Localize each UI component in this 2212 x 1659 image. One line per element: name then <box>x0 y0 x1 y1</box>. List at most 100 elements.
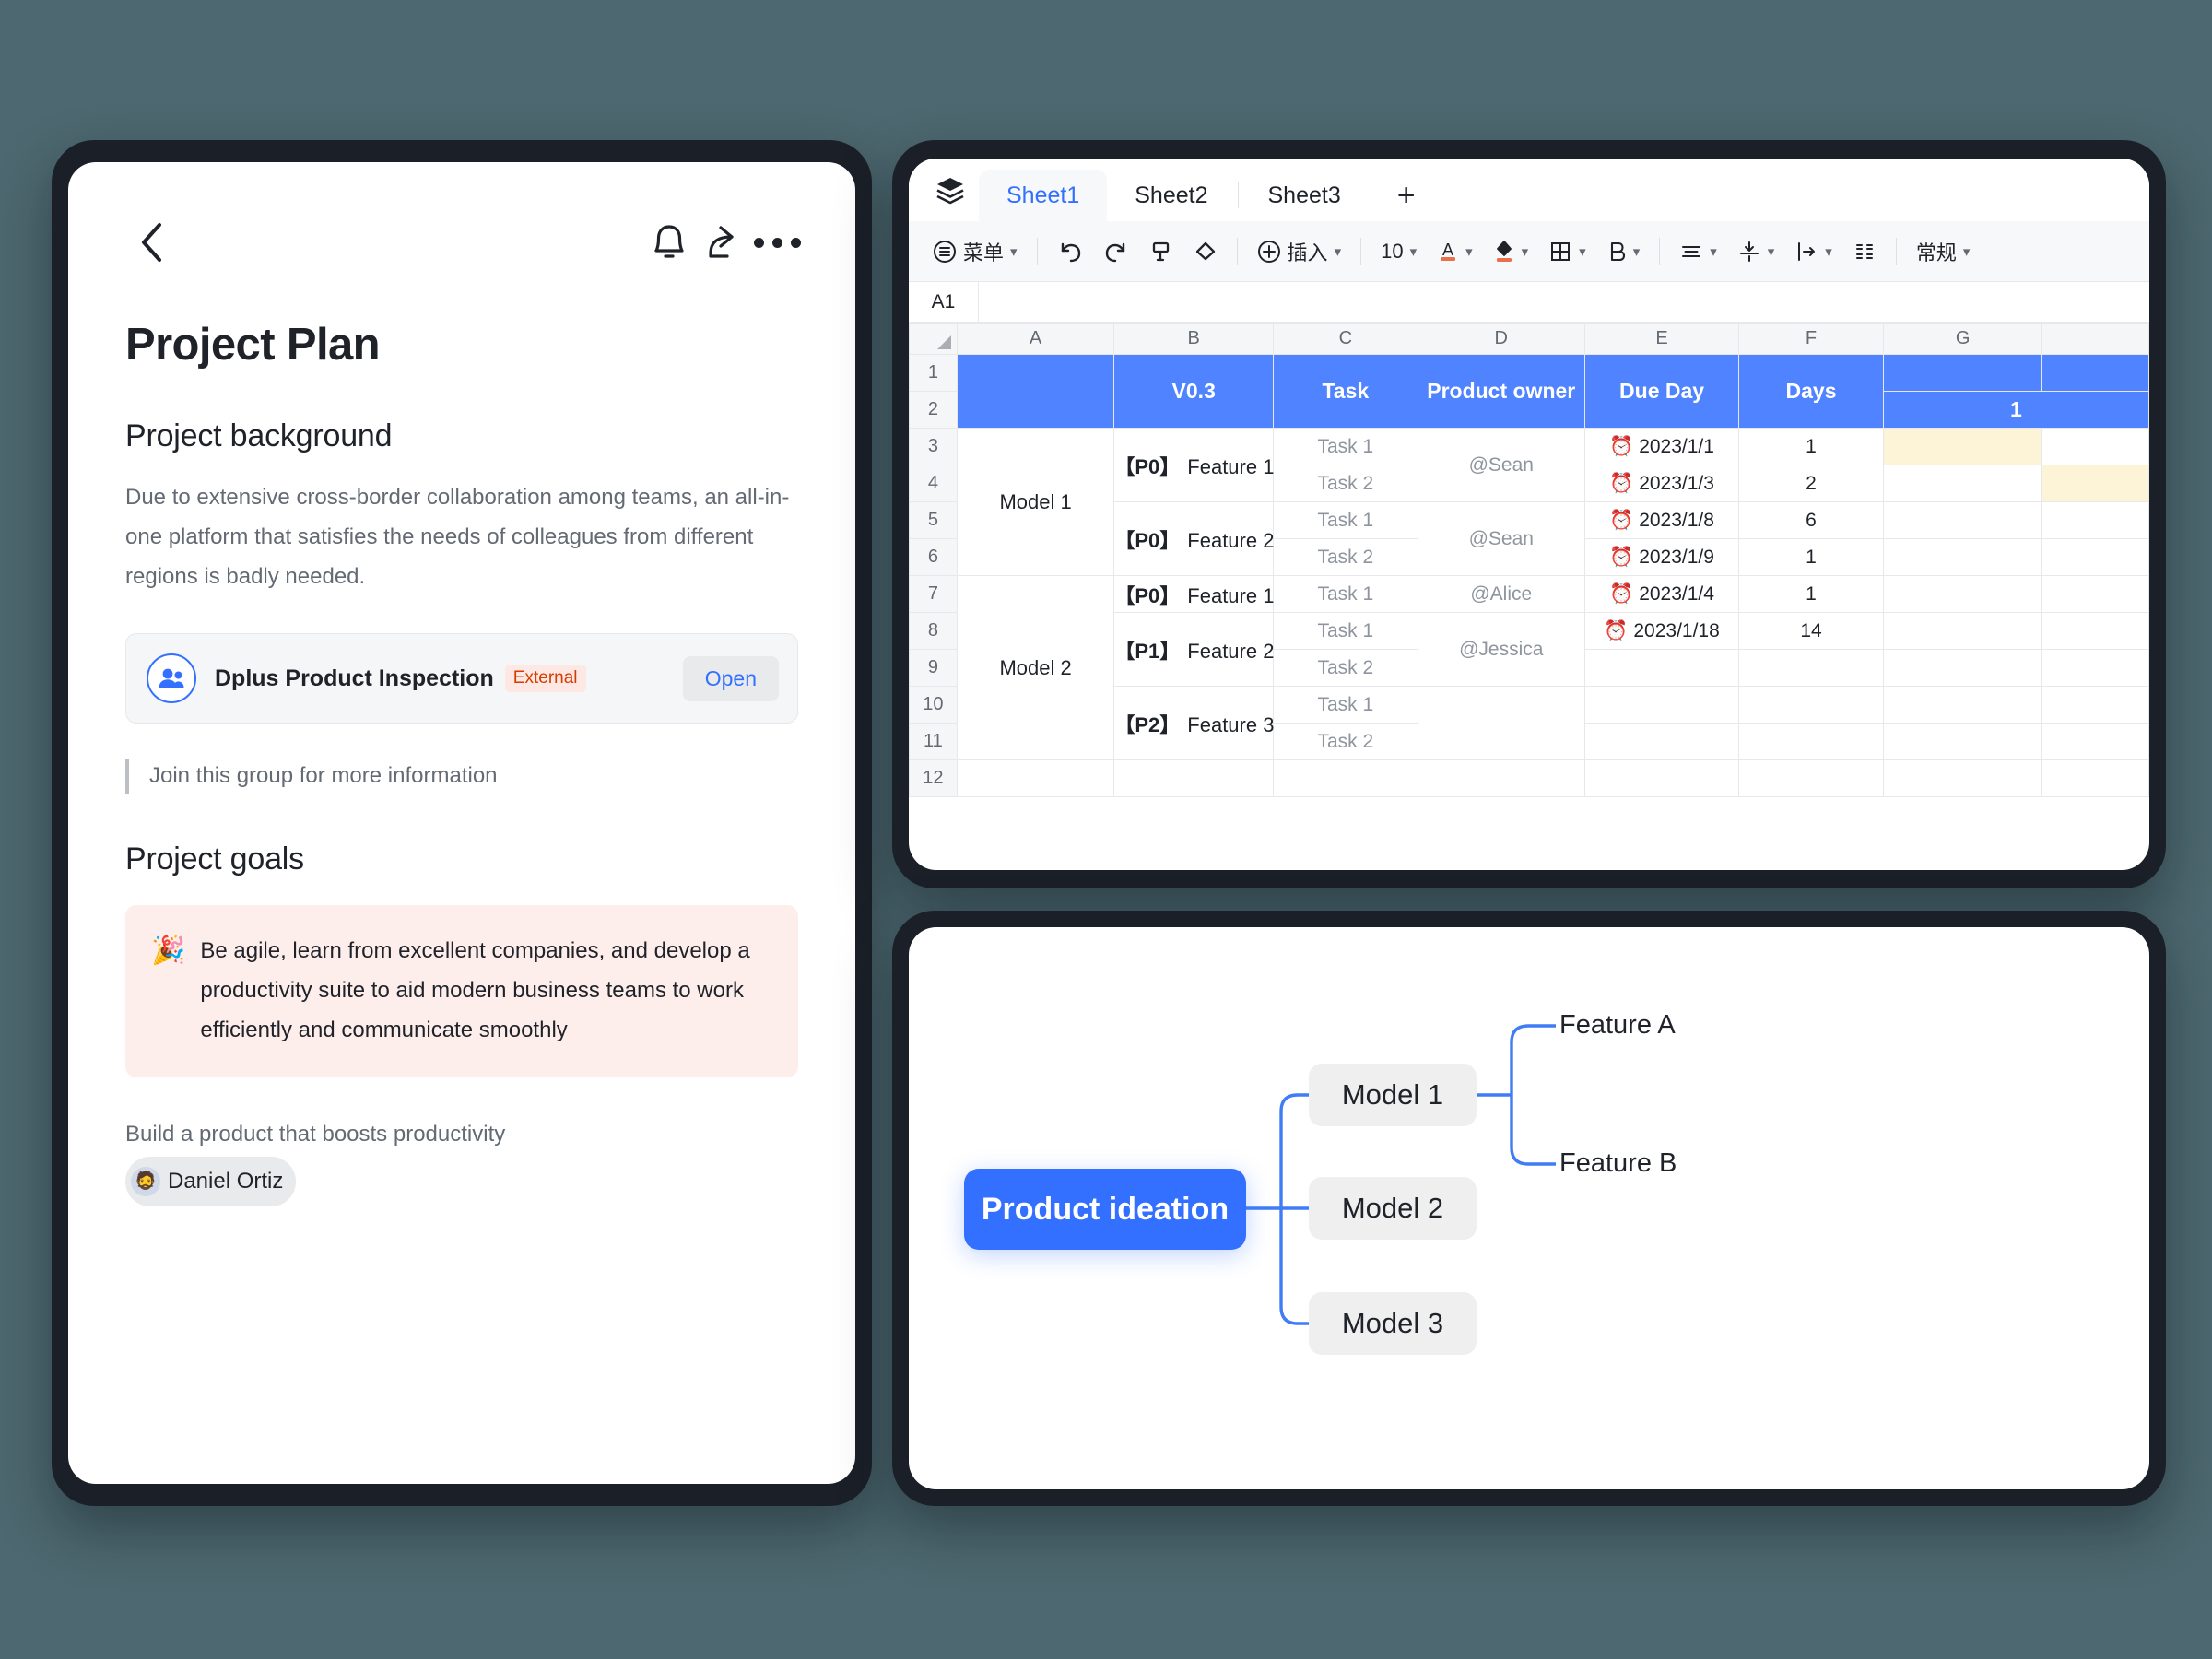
cell-owner[interactable]: @Jessica <box>1417 612 1585 687</box>
column-header-g[interactable]: G <box>1882 323 2043 355</box>
cell-task[interactable]: Task 2 <box>1273 723 1418 760</box>
row-header-8[interactable]: 8 <box>909 612 958 650</box>
bell-icon[interactable] <box>643 217 695 268</box>
menu-button[interactable]: 菜单 ▾ <box>924 231 1027 272</box>
tab-sheet2[interactable]: Sheet2 <box>1107 170 1235 221</box>
merge-cells-icon[interactable] <box>1843 231 1886 272</box>
cell-due-day[interactable]: ⏰ 2023/1/4 <box>1583 575 1740 613</box>
cell-days[interactable]: 1 <box>1738 575 1884 613</box>
cell-task[interactable]: Task 2 <box>1273 649 1418 687</box>
row-header-5[interactable]: 5 <box>909 501 958 539</box>
row-header-7[interactable]: 7 <box>909 575 958 613</box>
cell-h[interactable] <box>2041 759 2149 797</box>
mindmap-node-model-3[interactable]: Model 3 <box>1309 1292 1477 1355</box>
cell-g[interactable] <box>1882 575 2043 613</box>
cell-owner[interactable]: @Sean <box>1417 428 1585 502</box>
cell-h[interactable] <box>2041 575 2149 613</box>
cell-h[interactable] <box>2041 538 2149 576</box>
bold-icon[interactable]: ▾ <box>1597 231 1650 272</box>
undo-icon[interactable] <box>1048 231 1092 272</box>
cell-h[interactable] <box>2041 686 2149 724</box>
column-header-c[interactable]: C <box>1273 323 1418 355</box>
column-header-b[interactable]: B <box>1113 323 1275 355</box>
row-header-6[interactable]: 6 <box>909 538 958 576</box>
cell-h[interactable] <box>2041 649 2149 687</box>
cell-due-day[interactable] <box>1583 723 1740 760</box>
cell-task[interactable]: Task 2 <box>1273 538 1418 576</box>
cell-task[interactable]: Task 1 <box>1273 612 1418 650</box>
select-all-corner[interactable] <box>909 323 958 355</box>
cell-model[interactable] <box>956 759 1115 797</box>
column-header-e[interactable]: E <box>1583 323 1740 355</box>
vertical-align-icon[interactable]: ▾ <box>1728 231 1784 272</box>
tab-sheet3[interactable]: Sheet3 <box>1241 170 1369 221</box>
eraser-icon[interactable] <box>1184 231 1227 272</box>
header-cell-g-top[interactable] <box>1882 354 2043 392</box>
row-header-9[interactable]: 9 <box>909 649 958 687</box>
cell-feature[interactable] <box>1113 759 1275 797</box>
cell-g-highlight[interactable] <box>1882 428 2043 465</box>
cell-g[interactable] <box>1882 759 2043 797</box>
font-color-icon[interactable]: A ▾ <box>1428 231 1482 272</box>
name-box[interactable]: A1 <box>909 282 979 322</box>
cell-g[interactable] <box>1882 723 2043 760</box>
wrap-text-icon[interactable]: ▾ <box>1785 231 1841 272</box>
cell-h[interactable] <box>2041 723 2149 760</box>
cell-owner[interactable]: @Alice <box>1417 575 1585 613</box>
column-header-a[interactable]: A <box>956 323 1115 355</box>
cell-days[interactable]: 6 <box>1738 501 1884 539</box>
cell-feature[interactable]: 【P0】 Feature 1 <box>1113 575 1274 613</box>
cell-h[interactable] <box>2041 428 2149 465</box>
mindmap-leaf-feature-a[interactable]: Feature A <box>1559 1010 1676 1041</box>
header-cell-product-owner[interactable]: Product owner <box>1417 354 1585 429</box>
cell-due-day[interactable]: ⏰ 2023/1/1 <box>1583 428 1740 465</box>
group-card[interactable]: Dplus Product Inspection External Open <box>125 633 798 724</box>
mindmap-leaf-feature-b[interactable]: Feature B <box>1559 1148 1677 1179</box>
cell-days[interactable] <box>1738 759 1884 797</box>
add-sheet-button[interactable]: + <box>1373 170 1440 221</box>
cell-days[interactable] <box>1738 723 1884 760</box>
cell-g[interactable] <box>1882 686 2043 724</box>
cell-days[interactable]: 2 <box>1738 465 1884 502</box>
row-header-12[interactable]: 12 <box>909 759 958 797</box>
header-cell-task[interactable]: Task <box>1273 354 1418 429</box>
row-header-4[interactable]: 4 <box>909 465 958 502</box>
cell-g[interactable] <box>1882 649 2043 687</box>
tab-sheet1[interactable]: Sheet1 <box>979 170 1108 221</box>
cell-due-day[interactable]: ⏰ 2023/1/18 <box>1583 612 1740 650</box>
mindmap-root-node[interactable]: Product ideation <box>964 1169 1246 1250</box>
header-cell-g-value[interactable]: 1 <box>1882 391 2149 429</box>
row-header-10[interactable]: 10 <box>909 686 958 724</box>
mindmap-node-model-2[interactable]: Model 2 <box>1309 1177 1477 1240</box>
cell-days[interactable] <box>1738 686 1884 724</box>
cell-task[interactable] <box>1273 759 1418 797</box>
mention-chip[interactable]: 🧔 Daniel Ortiz <box>125 1157 297 1206</box>
cell-g[interactable] <box>1882 465 2043 502</box>
more-icon[interactable] <box>747 217 801 268</box>
cell-h-highlight[interactable] <box>2041 465 2149 502</box>
header-cell-days[interactable]: Days <box>1738 354 1884 429</box>
back-chevron-icon[interactable] <box>125 217 177 268</box>
header-cell-h-top[interactable] <box>2041 354 2149 392</box>
column-header-f[interactable]: F <box>1738 323 1884 355</box>
mindmap-node-model-1[interactable]: Model 1 <box>1309 1064 1477 1126</box>
cell-due-day[interactable] <box>1583 686 1740 724</box>
cell-days[interactable] <box>1738 649 1884 687</box>
cell-task[interactable]: Task 1 <box>1273 686 1418 724</box>
cell-feature[interactable]: 【P2】 Feature 3 <box>1113 686 1274 760</box>
cell-task[interactable]: Task 1 <box>1273 575 1418 613</box>
layers-icon[interactable] <box>922 159 979 221</box>
cell-days[interactable]: 1 <box>1738 428 1884 465</box>
format-painter-icon[interactable] <box>1140 231 1182 272</box>
cell-h[interactable] <box>2041 501 2149 539</box>
cell-feature[interactable]: 【P0】 Feature 2 <box>1113 501 1274 576</box>
cell-g[interactable] <box>1882 501 2043 539</box>
open-button[interactable]: Open <box>682 655 779 701</box>
cell-h[interactable] <box>2041 612 2149 650</box>
align-icon[interactable]: ▾ <box>1670 231 1726 272</box>
row-header-11[interactable]: 11 <box>909 723 958 760</box>
cell-feature[interactable]: 【P1】 Feature 2 <box>1113 612 1274 687</box>
font-size-selector[interactable]: 10 ▾ <box>1371 231 1426 272</box>
header-cell-a[interactable] <box>956 354 1115 429</box>
cell-g[interactable] <box>1882 612 2043 650</box>
